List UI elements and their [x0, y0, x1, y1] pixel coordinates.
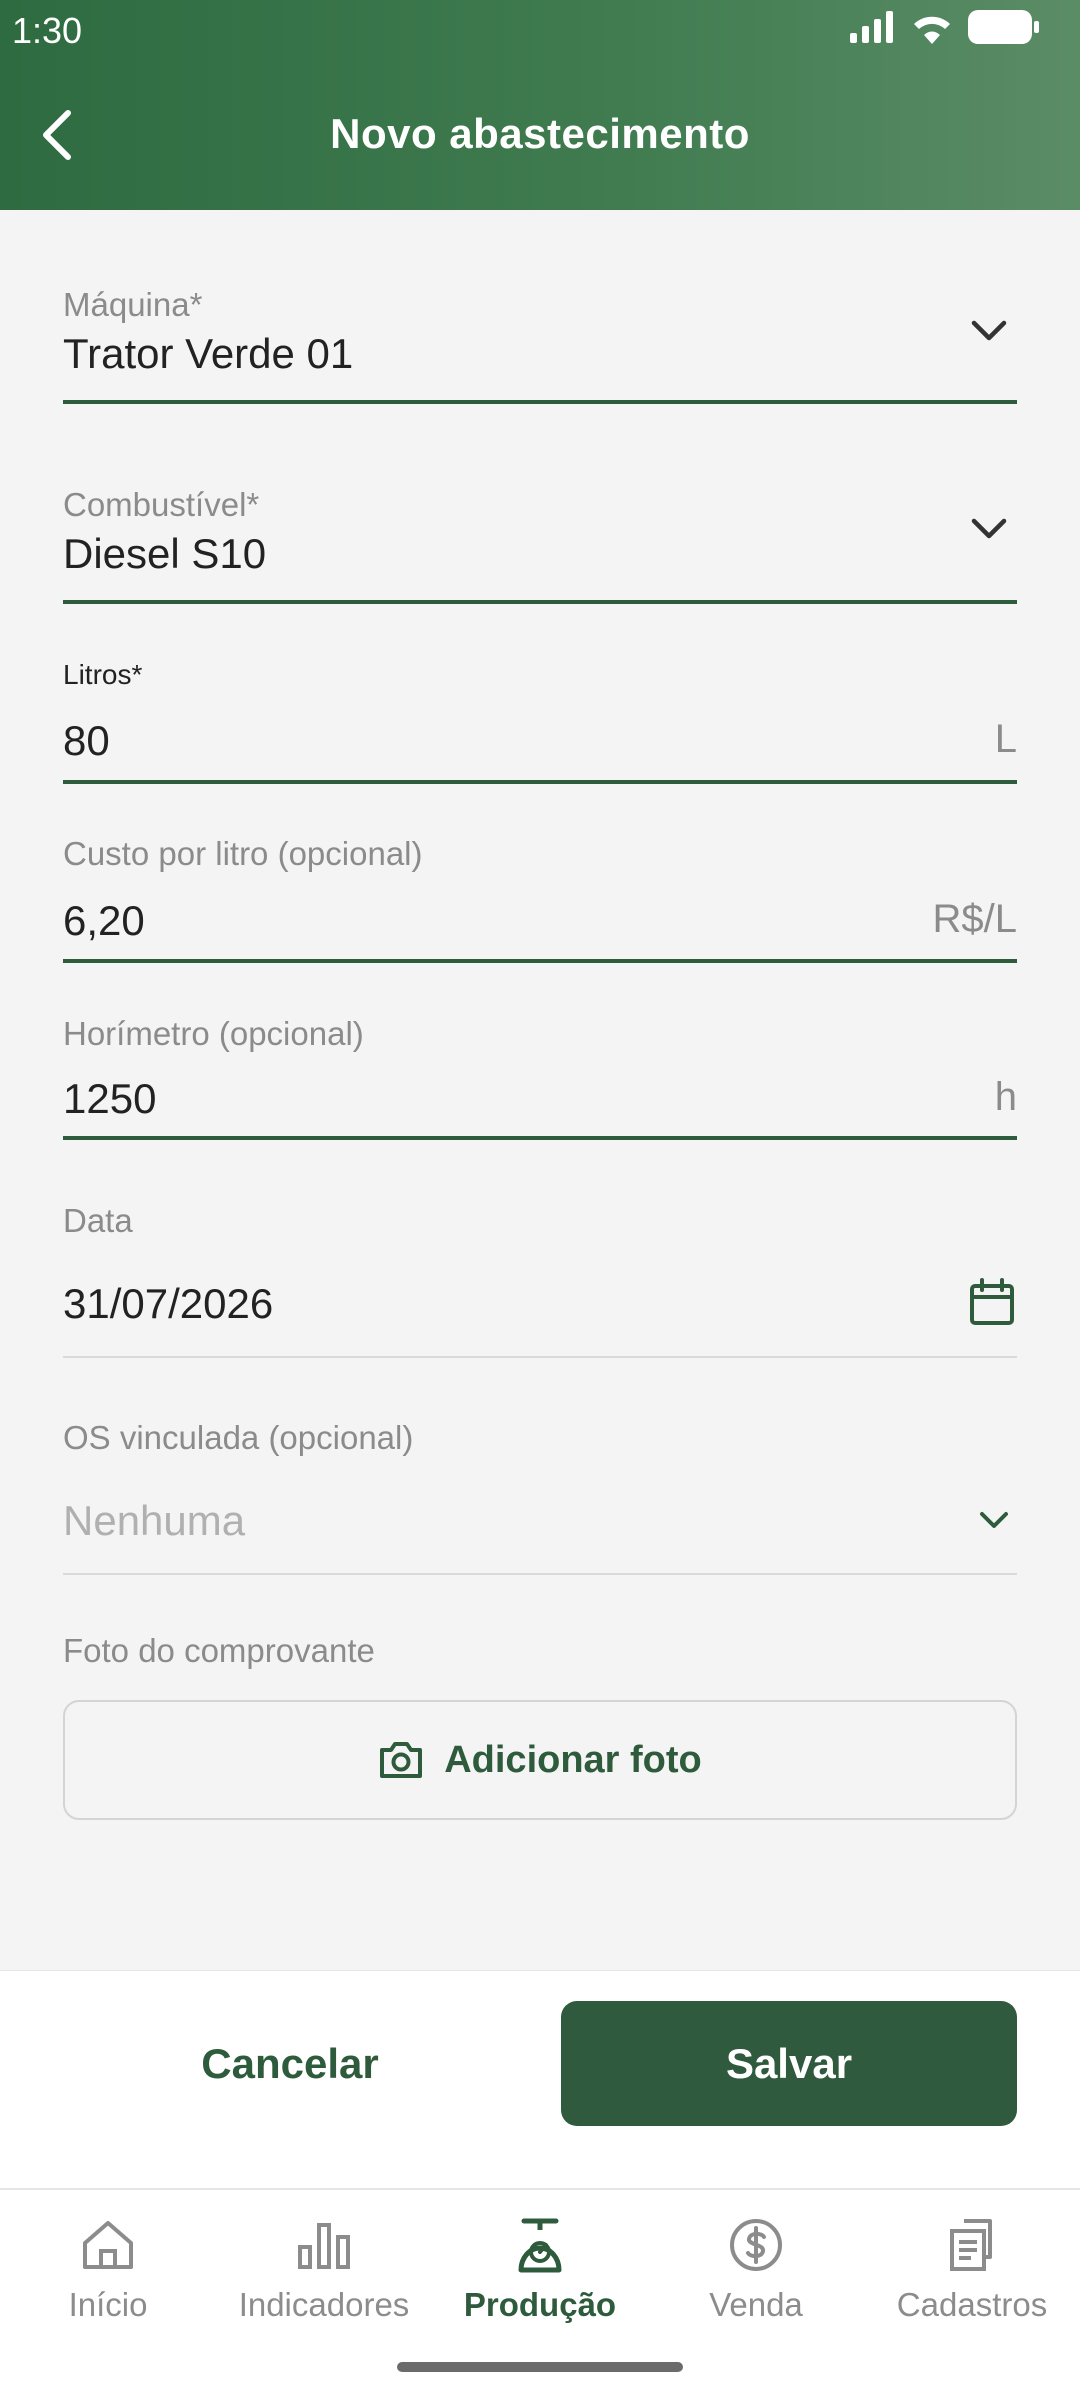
- horimetro-underline: [63, 1136, 1017, 1140]
- save-button[interactable]: Salvar: [561, 2001, 1017, 2126]
- horimetro-value: 1250: [63, 1075, 157, 1122]
- chevron-down-icon: [980, 1512, 1008, 1528]
- wifi-icon: [914, 16, 950, 44]
- litros-value: 80: [63, 717, 110, 764]
- chevron-down-icon: [971, 320, 1007, 341]
- litros-field[interactable]: Litros* 80 L: [63, 655, 1017, 785]
- maquina-select[interactable]: Máquina* Trator Verde 01: [63, 280, 1017, 410]
- data-label: Data: [63, 1202, 133, 1239]
- signal-icon: [850, 11, 893, 43]
- combustivel-select[interactable]: Combustível* Diesel S10: [63, 480, 1017, 610]
- maquina-underline: [63, 400, 1017, 404]
- foto-section: Foto do comprovante: [63, 1632, 1017, 1682]
- nav-label: Indicadores: [238, 2286, 410, 2323]
- documents-icon: [950, 2219, 992, 2271]
- home-icon: [83, 2221, 133, 2269]
- add-photo-button[interactable]: Adicionar foto: [63, 1700, 1017, 1820]
- camera-icon: [380, 1742, 423, 1778]
- os-select[interactable]: OS vinculada (opcional) Nenhuma: [63, 1415, 1017, 1575]
- combustivel-label: Combustível*: [63, 486, 260, 523]
- maquina-value: Trator Verde 01: [63, 330, 354, 377]
- data-field[interactable]: Data 31/07/2026: [63, 1198, 1017, 1358]
- custo-underline: [63, 959, 1017, 963]
- os-placeholder: Nenhuma: [63, 1497, 246, 1544]
- nav-item-cadastros[interactable]: Cadastros: [864, 2210, 1080, 2324]
- dollar-circle-icon: [730, 2219, 782, 2271]
- nav-item-indicadores[interactable]: Indicadores: [216, 2210, 432, 2324]
- data-underline: [63, 1356, 1017, 1358]
- nav-item-inicio[interactable]: Início: [0, 2210, 216, 2324]
- horimetro-unit: h: [994, 1075, 1017, 1119]
- action-bar: Cancelar Salvar: [0, 1970, 1080, 2188]
- litros-unit: L: [994, 717, 1017, 761]
- custo-value: 6,20: [63, 897, 145, 944]
- status-time: 1:30: [12, 10, 83, 51]
- custo-unit: R$/L: [932, 897, 1018, 941]
- custo-label: Custo por litro (opcional): [63, 835, 423, 872]
- custo-field[interactable]: Custo por litro (opcional) 6,20 R$/L: [63, 835, 1017, 965]
- data-value: 31/07/2026: [63, 1280, 274, 1327]
- horimetro-field[interactable]: Horímetro (opcional) 1250 h: [63, 1015, 1017, 1145]
- page-title: Novo abastecimento: [330, 110, 750, 157]
- status-icons: [850, 10, 1040, 44]
- litros-label: Litros*: [63, 659, 143, 690]
- nav-label: Cadastros: [896, 2286, 1048, 2323]
- chevron-down-icon: [971, 518, 1007, 539]
- battery-icon: [968, 10, 1039, 44]
- nav-label: Produção: [463, 2286, 617, 2323]
- scale-icon: [518, 2218, 562, 2273]
- maquina-label: Máquina*: [63, 286, 203, 323]
- nav-label: Venda: [709, 2286, 803, 2323]
- nav-label: Início: [68, 2286, 148, 2323]
- add-photo-label: Adicionar foto: [444, 1738, 702, 1781]
- litros-underline: [63, 780, 1017, 784]
- calendar-icon[interactable]: [969, 1278, 1015, 1326]
- app-header: 1:30 Novo abastecimento: [0, 0, 1080, 210]
- bar-chart-icon: [298, 2223, 350, 2269]
- os-label: OS vinculada (opcional): [63, 1419, 414, 1456]
- combustivel-underline: [63, 600, 1017, 604]
- nav-item-producao[interactable]: Produção: [432, 2210, 648, 2324]
- combustivel-value: Diesel S10: [63, 530, 267, 577]
- horimetro-label: Horímetro (opcional): [63, 1015, 364, 1052]
- os-underline: [63, 1573, 1017, 1575]
- nav-item-venda[interactable]: Venda: [648, 2210, 864, 2324]
- cancel-button[interactable]: Cancelar: [100, 2001, 480, 2126]
- foto-label: Foto do comprovante: [63, 1632, 375, 1669]
- home-indicator[interactable]: [397, 2362, 683, 2372]
